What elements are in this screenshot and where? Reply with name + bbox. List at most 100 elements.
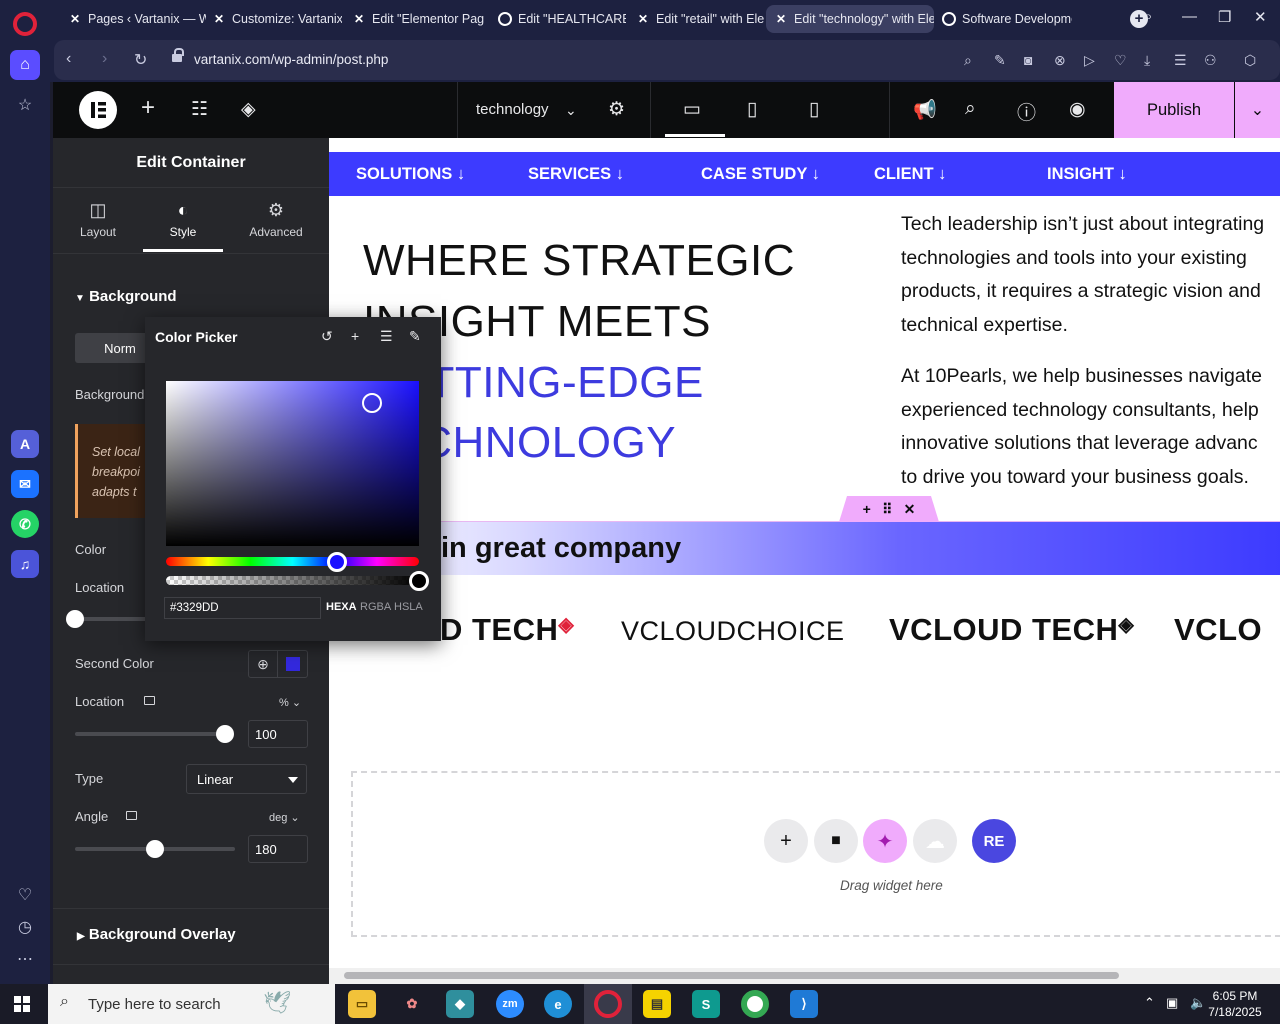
background-overlay-section-toggle[interactable]: ▶ Background Overlay [77, 926, 236, 943]
download-icon[interactable]: ⤓ [1144, 52, 1150, 69]
add-section-icon[interactable]: + [764, 819, 808, 863]
location2-input[interactable]: 100 [248, 720, 308, 748]
mobile-view-icon[interactable]: ▯ [809, 98, 819, 121]
scrollbar-thumb[interactable] [344, 972, 1119, 979]
structure-layers-icon[interactable]: ◈ [241, 98, 256, 121]
app-shield-icon[interactable]: ◆ [446, 990, 474, 1018]
tab-technology[interactable]: ✕ Edit "technology" with Ele [766, 5, 934, 33]
paint-app-icon[interactable]: ✿ [398, 990, 426, 1018]
format-hsla[interactable]: HSLA [394, 601, 423, 613]
page-name[interactable]: technology [476, 101, 549, 118]
alpha-slider-handle[interactable] [409, 571, 429, 591]
background-section-toggle[interactable]: ▼ Background [75, 288, 177, 305]
edit-icon[interactable]: ✎ [994, 52, 1006, 69]
music-player-icon[interactable]: ♫ [11, 550, 39, 578]
tablet-view-icon[interactable]: ▯ [747, 98, 757, 121]
preview-eye-icon[interactable]: ◉ [1069, 98, 1086, 121]
location2-slider-track[interactable] [75, 732, 225, 736]
aria-app-icon[interactable]: A [11, 430, 39, 458]
messenger-icon[interactable]: ✉ [11, 470, 39, 498]
format-rgba[interactable]: RGBA [360, 601, 391, 613]
send-icon[interactable]: ▷ [1084, 52, 1095, 69]
delete-container-icon[interactable]: ✕ [904, 501, 916, 518]
global-colors-stack-icon[interactable]: ☰ [380, 328, 393, 345]
responsive-monitor-icon[interactable] [144, 696, 155, 705]
taskbar-clock[interactable]: 6:05 PM 7/18/2025 [1204, 988, 1266, 1020]
nav-case-study[interactable]: CASE STUDY ↓ [701, 165, 820, 184]
network-icon[interactable]: ▣ [1166, 995, 1178, 1011]
home-icon[interactable]: ⌂ [10, 50, 40, 80]
angle-unit-select[interactable]: deg ⌄ [269, 811, 300, 824]
more-icon[interactable]: ⋯ [10, 944, 40, 974]
zoom-icon[interactable]: ⌕ [964, 52, 972, 69]
gradient-type-select[interactable]: Linear [186, 764, 307, 794]
tab-healthcare[interactable]: Edit "HEALTHCARE" w [490, 5, 626, 33]
drag-handle-icon[interactable]: ⠿ [882, 501, 892, 518]
tray-chevron-up-icon[interactable]: ⌃ [1144, 995, 1155, 1011]
nav-services[interactable]: SERVICES ↓ [528, 165, 624, 184]
app-s-icon[interactable]: S [692, 990, 720, 1018]
angle-input[interactable]: 180 [248, 835, 308, 863]
taskbar-search[interactable]: ⌕ Type here to search 🕊 [48, 984, 335, 1024]
adblock-icon[interactable]: ⊗ [1054, 52, 1066, 69]
publish-options-chevron-icon[interactable]: ⌄ [1235, 82, 1280, 138]
hex-color-input[interactable]: #3329DD [164, 597, 321, 619]
chrome-browser-icon[interactable] [741, 990, 769, 1018]
zoom-app-icon[interactable]: zm [496, 990, 524, 1018]
tab-layout[interactable]: ◫ Layout [58, 200, 138, 239]
bookmark-heart-icon[interactable]: ♡ [1114, 52, 1127, 69]
file-explorer-icon[interactable]: ▭ [348, 990, 376, 1018]
extension-box-icon[interactable]: ⬡ [1244, 52, 1256, 69]
hue-slider-handle[interactable] [327, 552, 347, 572]
canvas-horizontal-scrollbar[interactable] [329, 968, 1280, 984]
sticky-notes-icon[interactable]: ▤ [643, 990, 671, 1018]
windows-start-icon[interactable] [14, 996, 30, 1012]
responsive-monitor-icon[interactable] [126, 811, 137, 820]
tab-customize[interactable]: ✕ Customize: Vartanix | [204, 5, 342, 33]
royal-elementor-icon[interactable]: RE [972, 819, 1016, 863]
desktop-view-icon[interactable]: ▭ [683, 98, 701, 121]
tab-software-development[interactable]: Software Developme [934, 5, 1072, 33]
second-color-control[interactable]: ⊕ [248, 650, 308, 678]
hue-slider[interactable] [166, 557, 419, 566]
tab-advanced[interactable]: ⚙ Advanced [236, 200, 316, 239]
chevron-down-icon[interactable]: ⌄ [565, 102, 577, 119]
angle-slider-handle[interactable] [146, 840, 164, 858]
second-color-swatch[interactable] [278, 651, 307, 677]
opera-browser-icon[interactable] [594, 990, 622, 1018]
global-colors-globe-icon[interactable]: ⊕ [249, 651, 279, 677]
minimize-icon[interactable]: — [1182, 8, 1197, 25]
restore-icon[interactable]: ❐ [1218, 8, 1231, 26]
eyedropper-icon[interactable]: ✎ [409, 328, 421, 345]
location2-unit-select[interactable]: % ⌄ [279, 696, 301, 709]
format-hexa[interactable]: HEXA [326, 601, 357, 613]
reload-icon[interactable]: ↻ [134, 50, 147, 70]
tab-pages[interactable]: ✕ Pages ‹ Vartanix — W [60, 5, 206, 33]
alpha-slider[interactable] [166, 576, 419, 585]
add-element-icon[interactable]: + [141, 94, 155, 122]
cloud-templates-icon[interactable]: ☁ [913, 819, 957, 863]
add-container-icon[interactable]: + [863, 501, 871, 517]
tab-retail[interactable]: ✕ Edit "retail" with Eler [628, 5, 764, 33]
vscode-icon[interactable]: ⟩ [790, 990, 818, 1018]
camera-icon[interactable]: ◙ [1024, 52, 1032, 68]
add-global-color-icon[interactable]: + [351, 328, 359, 344]
forward-icon[interactable]: › [102, 50, 107, 68]
back-icon[interactable]: ‹ [66, 50, 71, 68]
nav-solutions[interactable]: SOLUTIONS ↓ [356, 165, 465, 184]
whatsapp-icon[interactable]: ✆ [11, 510, 39, 538]
close-window-icon[interactable]: ✕ [1254, 8, 1267, 26]
opera-logo-icon[interactable] [13, 12, 37, 36]
profile-icon[interactable]: ⚇ [1204, 52, 1217, 69]
gradient-container[interactable]: in great company [329, 521, 1280, 575]
search-icon[interactable]: ⌕ [965, 98, 976, 120]
site-settings-icon[interactable]: ☷ [191, 98, 208, 121]
saturation-cursor[interactable] [362, 393, 382, 413]
reset-color-icon[interactable]: ↺ [321, 328, 333, 345]
location2-slider-handle[interactable] [216, 725, 234, 743]
notifications-megaphone-icon[interactable]: 📢 [913, 98, 937, 122]
publish-button[interactable]: Publish [1114, 82, 1234, 138]
elementor-logo-icon[interactable] [79, 91, 117, 129]
star-icon[interactable]: ☆ [10, 90, 40, 120]
edge-browser-icon[interactable]: e [544, 990, 572, 1018]
